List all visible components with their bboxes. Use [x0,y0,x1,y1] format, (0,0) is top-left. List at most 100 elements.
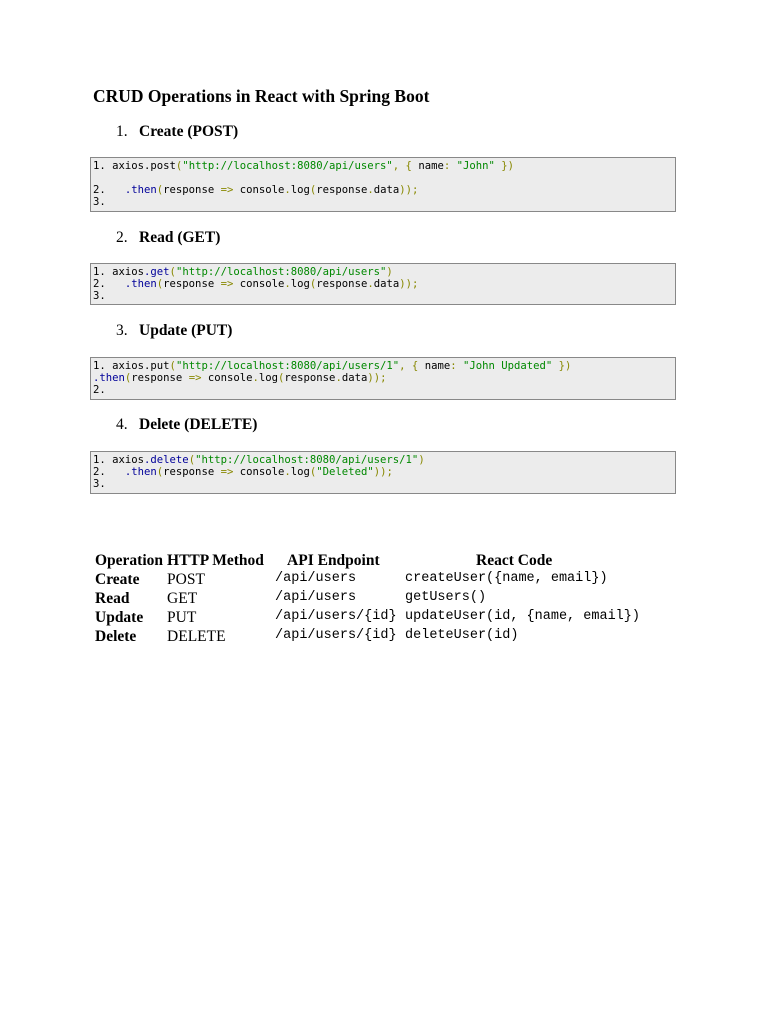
table-cell: POST [167,571,205,588]
code-token: )); [367,372,387,384]
table-header-row: Operation HTTP Method API Endpoint React… [93,552,642,571]
crud-summary-table: Operation HTTP Method API Endpoint React… [93,552,642,647]
code-token: 3. [93,478,106,490]
code-token: "John Updated" [462,360,553,372]
code-token: "http://localhost:8080/api/users/1" [175,360,400,372]
code-line: 1. axios.delete("http://localhost:8080/a… [93,454,673,466]
code-token: )); [399,278,419,290]
code-token: "http://localhost:8080/api/users" [182,160,393,172]
code-token: .then [93,372,125,384]
table-row: Update PUT/api/users/{id} updateUser(id, {… [93,609,642,628]
code-token: => [220,184,234,196]
code-line: 1. axios.put("http://localhost:8080/api/… [93,360,673,372]
table-cell: DELETE [167,628,226,645]
code-line: 2. [93,384,673,396]
code-token: response [131,372,189,384]
table-cell: getUsers() [405,590,487,605]
table-cell: GET [167,590,198,607]
table-cell: /api/users/{id} [275,609,397,624]
code-token: 2. [93,466,125,478]
code-token: => [220,466,234,478]
table-cell: /api/users [275,590,357,605]
code-line: 2. .then(response => console.log(respons… [93,184,673,196]
column-header: React Code [476,552,553,569]
section-heading-update: 3. Update (PUT) [116,322,233,339]
code-line: 1. axios.get("http://localhost:8080/api/… [93,266,673,278]
code-token: }) [494,160,515,172]
code-token: .then [124,466,157,478]
code-token: , { [392,160,419,172]
code-token: log [290,184,310,196]
code-line: 2. .then(response => console.log(respons… [93,278,673,290]
code-token: response [163,278,221,290]
code-line: .then(response => console.log(response.d… [93,372,673,384]
code-token: response [163,466,221,478]
code-token: "Deleted" [316,466,374,478]
table-cell: PUT [167,609,197,626]
table-cell: deleteUser(id) [405,628,519,643]
code-token: 2. [93,384,106,396]
code-token: 2. [93,278,125,290]
code-token: 3. [93,196,106,208]
page-title: CRUD Operations in React with Spring Boo… [93,86,430,106]
table-cell: Read [95,590,130,607]
code-token: log [258,372,279,384]
code-line: 3. [93,478,673,490]
code-token: }) [552,360,572,372]
document-page: CRUD Operations in React with Spring Boo… [0,0,768,1024]
code-block-update: 1. axios.put("http://localhost:8080/api/… [90,357,676,400]
code-block-read: 1. axios.get("http://localhost:8080/api/… [90,263,676,305]
code-token: data [373,278,400,290]
code-token: console [233,184,285,196]
code-token: console [201,372,253,384]
code-token: response [316,184,368,196]
code-token: .get [144,266,170,278]
code-token: data [373,184,400,196]
code-token: 2. [93,184,125,196]
code-token: .delete [144,454,189,466]
table-cell: /api/users/{id} [275,628,397,643]
code-token: console [233,278,285,290]
code-token: : [443,160,457,172]
table-cell: updateUser(id, {name, email}) [405,609,640,624]
code-token: 1. axios. [93,160,151,172]
code-token: .then [124,278,157,290]
code-token: data [341,372,368,384]
code-token: "http://localhost:8080/api/users/1" [195,454,419,466]
code-token: console [233,466,285,478]
code-token: "http://localhost:8080/api/users" [175,266,387,278]
code-line: 3. [93,196,673,208]
table-row: Read GET/api/users getUsers() [93,590,642,609]
code-token: )); [399,184,419,196]
code-token: name [424,360,451,372]
code-token: 3. [93,290,106,302]
code-token: ) [386,266,393,278]
column-header: API Endpoint [287,552,380,569]
table-row: Delete DELETE/api/users/{id} deleteUser(id… [93,628,642,647]
table-cell: Update [95,609,144,626]
code-token: ) [418,454,425,466]
table-cell: Delete [95,628,137,645]
code-token: response [163,184,221,196]
code-token: 1. axios [93,454,145,466]
code-token: )); [373,466,393,478]
code-block-delete: 1. axios.delete("http://localhost:8080/a… [90,451,676,494]
column-header: HTTP Method [167,552,264,569]
code-token: post [150,160,176,172]
code-token: 1. axios.put [93,360,170,372]
code-line: 2. .then(response => console.log("Delete… [93,466,673,478]
code-token: , { [399,360,425,372]
section-heading-create: 1. Create (POST) [116,123,239,140]
code-token: => [188,372,202,384]
section-heading-delete: 4. Delete (DELETE) [116,416,258,433]
code-line: 1. axios.post("http://localhost:8080/api… [93,160,673,172]
code-token: log [290,466,310,478]
code-token: .then [124,184,157,196]
code-token: log [290,278,310,290]
code-token: => [220,278,234,290]
code-token: response [284,372,336,384]
code-token: response [316,278,368,290]
code-token: "John" [456,160,495,172]
table-cell: /api/users [275,571,357,586]
